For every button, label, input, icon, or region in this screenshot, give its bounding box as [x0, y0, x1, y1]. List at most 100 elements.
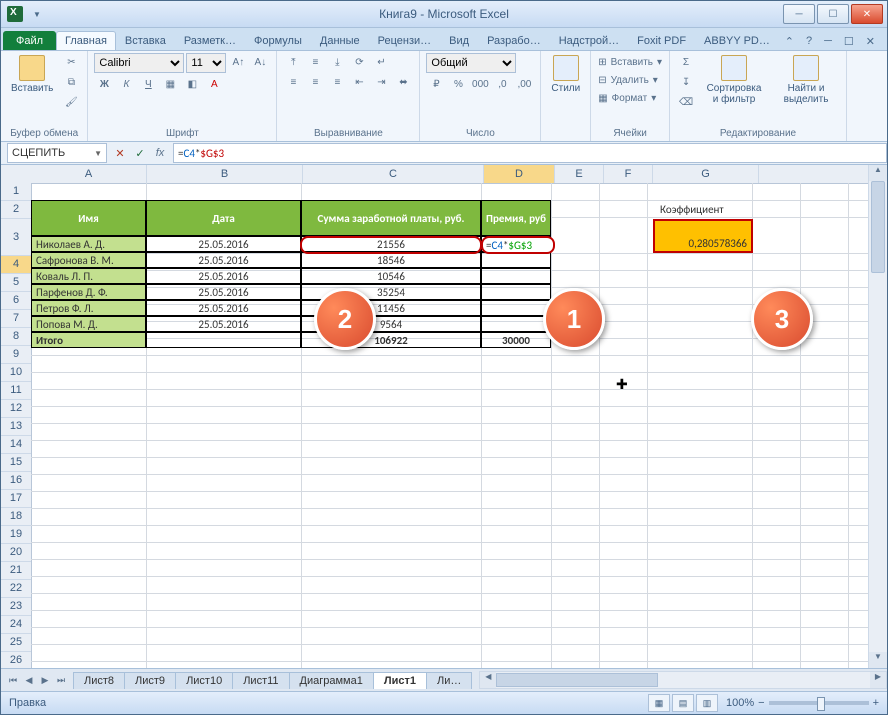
formula-input[interactable]: =C4*$G$3 — [173, 143, 887, 163]
row-header-7[interactable]: 7 — [1, 310, 31, 328]
tab-review[interactable]: Рецензи… — [369, 31, 441, 50]
grid[interactable]: Имя Дата Сумма заработной платы, руб. Пр… — [31, 183, 869, 668]
close-button[interactable]: ✕ — [851, 4, 883, 24]
view-pagebreak-icon[interactable]: ▥ — [696, 694, 718, 712]
sheet-first-icon[interactable]: ⏮ — [5, 675, 21, 686]
sheet-tab-Лист9[interactable]: Лист9 — [124, 672, 176, 689]
sheet-tab-Лист8[interactable]: Лист8 — [73, 672, 125, 689]
tab-developer[interactable]: Разрабо… — [478, 31, 550, 50]
number-format-combo[interactable]: Общий — [426, 53, 516, 73]
th-date[interactable]: Дата — [146, 200, 301, 236]
fill-color-icon[interactable]: ◧ — [182, 75, 202, 93]
paste-button[interactable]: Вставить — [7, 53, 57, 96]
align-center-icon[interactable]: ≡ — [305, 73, 325, 91]
comma-icon[interactable]: 000 — [470, 75, 490, 93]
formula-cancel-icon[interactable]: ✕ — [111, 144, 129, 162]
border-icon[interactable]: ▦ — [160, 75, 180, 93]
help-icon[interactable]: ? — [802, 33, 816, 50]
fill-icon[interactable]: ↧ — [676, 73, 696, 91]
zoom-out-icon[interactable]: − — [758, 697, 764, 709]
view-normal-icon[interactable]: ▦ — [648, 694, 670, 712]
vertical-scrollbar[interactable]: ▲ ▼ — [868, 165, 887, 668]
row-header-3[interactable]: 3 — [1, 219, 31, 256]
coef-label[interactable]: Коэффициент — [660, 203, 724, 216]
total-label[interactable]: Итого — [31, 332, 146, 348]
tab-layout[interactable]: Разметк… — [175, 31, 245, 50]
tab-insert[interactable]: Вставка — [116, 31, 175, 50]
cell-salary[interactable]: 21556 — [301, 236, 481, 252]
row-header-25[interactable]: 25 — [1, 634, 31, 652]
cell-salary[interactable]: 10546 — [301, 268, 481, 284]
inc-decimal-icon[interactable]: ,0 — [492, 75, 512, 93]
col-header-D[interactable]: D — [484, 165, 555, 183]
horizontal-scrollbar[interactable]: ◀ ▶ — [479, 671, 887, 689]
name-box[interactable]: СЦЕПИТЬ ▼ — [7, 143, 107, 163]
col-header-C[interactable]: C — [303, 165, 484, 183]
total-date[interactable] — [146, 332, 301, 348]
tab-data[interactable]: Данные — [311, 31, 369, 50]
row-header-2[interactable]: 2 — [1, 201, 31, 219]
row-header-12[interactable]: 12 — [1, 400, 31, 418]
row-header-11[interactable]: 11 — [1, 382, 31, 400]
decrease-font-icon[interactable]: A↓ — [250, 53, 270, 71]
align-left-icon[interactable]: ≡ — [283, 73, 303, 91]
minimize-button[interactable]: ─ — [783, 4, 815, 24]
format-cells-button[interactable]: ▦ Формат ▾ — [597, 89, 657, 107]
ribbon-minimize-icon[interactable]: ⌃ — [781, 33, 798, 50]
row-header-13[interactable]: 13 — [1, 418, 31, 436]
cell-salary[interactable]: 18546 — [301, 252, 481, 268]
orientation-icon[interactable]: ⟳ — [349, 53, 369, 71]
tab-abbyy[interactable]: ABBYY PD… — [695, 31, 779, 50]
sheet-tab-Диаграмма1[interactable]: Диаграмма1 — [289, 672, 374, 689]
italic-icon[interactable]: К — [116, 75, 136, 93]
active-cell-d4[interactable]: =C4*$G$3 — [481, 236, 555, 254]
cell-name[interactable]: Попова М. Д. — [31, 316, 146, 332]
formula-enter-icon[interactable]: ✓ — [131, 144, 149, 162]
wrap-text-icon[interactable]: ↵ — [371, 53, 391, 71]
sheet-prev-icon[interactable]: ◀ — [21, 675, 37, 686]
clear-icon[interactable]: ⌫ — [676, 93, 696, 111]
row-header-23[interactable]: 23 — [1, 598, 31, 616]
cell-date[interactable]: 25.05.2016 — [146, 284, 301, 300]
row-header-16[interactable]: 16 — [1, 472, 31, 490]
tab-formulas[interactable]: Формулы — [245, 31, 311, 50]
select-all-button[interactable] — [1, 165, 32, 184]
cell-bonus[interactable] — [481, 252, 551, 268]
merge-icon[interactable]: ⬌ — [393, 73, 413, 91]
cell-date[interactable]: 25.05.2016 — [146, 252, 301, 268]
font-color-icon[interactable]: A — [204, 75, 224, 93]
row-header-26[interactable]: 26 — [1, 652, 31, 668]
cell-bonus[interactable] — [481, 284, 551, 300]
cell-name[interactable]: Петров Ф. Л. — [31, 300, 146, 316]
bold-icon[interactable]: Ж — [94, 75, 114, 93]
sheet-next-icon[interactable]: ▶ — [37, 675, 53, 686]
dec-decimal-icon[interactable]: ,00 — [514, 75, 534, 93]
align-middle-icon[interactable]: ≡ — [305, 53, 325, 71]
sort-filter-button[interactable]: Сортировка и фильтр — [700, 53, 768, 107]
styles-button[interactable]: Стили — [547, 53, 584, 96]
sheet-tab-Лист10[interactable]: Лист10 — [175, 672, 233, 689]
tab-home[interactable]: Главная — [56, 31, 116, 50]
tab-file[interactable]: Файл — [3, 31, 56, 50]
col-header-F[interactable]: F — [604, 165, 653, 183]
currency-icon[interactable]: ₽ — [426, 75, 446, 93]
cell-date[interactable]: 25.05.2016 — [146, 268, 301, 284]
autosum-icon[interactable]: Σ — [676, 53, 696, 71]
th-name[interactable]: Имя — [31, 200, 146, 236]
delete-cells-button[interactable]: ⊟ Удалить ▾ — [597, 71, 659, 89]
cell-name[interactable]: Парфенов Д. Ф. — [31, 284, 146, 300]
row-header-18[interactable]: 18 — [1, 508, 31, 526]
cell-date[interactable]: 25.05.2016 — [146, 300, 301, 316]
th-bonus[interactable]: Премия, руб — [481, 200, 551, 236]
copy-icon[interactable]: ⧉ — [61, 73, 81, 91]
doc-minimize-icon[interactable]: ─ — [820, 33, 836, 50]
percent-icon[interactable]: % — [448, 75, 468, 93]
cell-bonus[interactable] — [481, 268, 551, 284]
find-select-button[interactable]: Найти и выделить — [772, 53, 840, 107]
zoom-value[interactable]: 100% — [726, 697, 754, 709]
sheet-tab-Лист11[interactable]: Лист11 — [232, 672, 289, 689]
increase-font-icon[interactable]: A↑ — [228, 53, 248, 71]
underline-icon[interactable]: Ч — [138, 75, 158, 93]
col-header-B[interactable]: B — [147, 165, 303, 183]
insert-function-icon[interactable]: fx — [151, 144, 169, 162]
